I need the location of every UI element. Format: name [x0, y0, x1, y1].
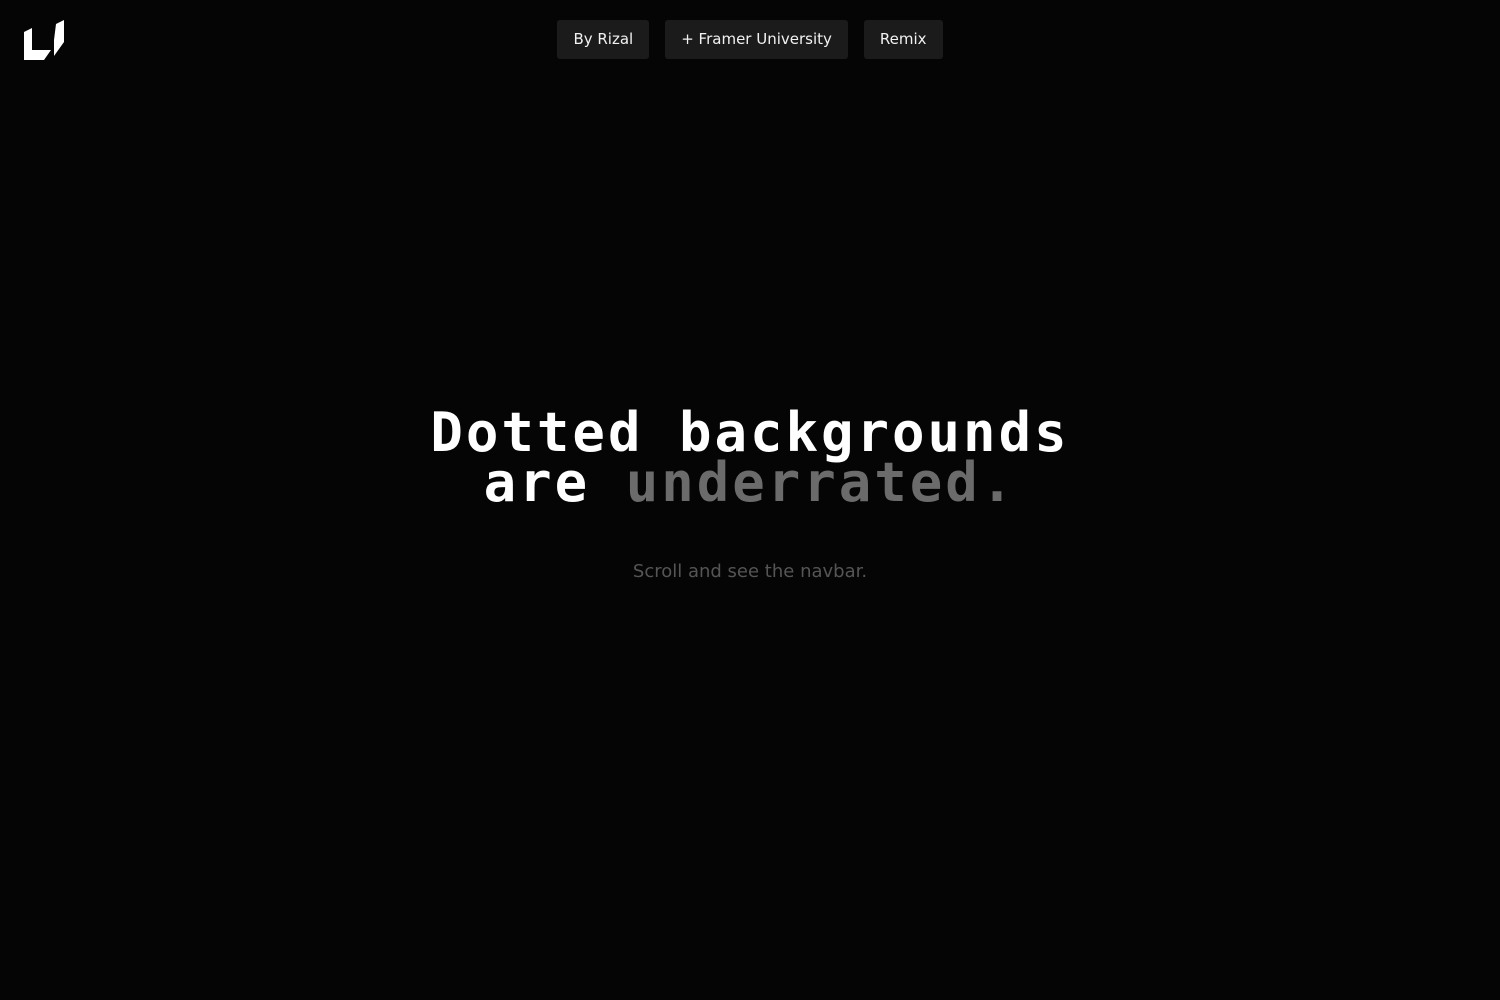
framer-university-button[interactable]: + Framer University — [665, 20, 848, 59]
top-nav: By Rizal + Framer University Remix — [0, 20, 1500, 59]
headline-highlight: underrated. — [625, 451, 1017, 514]
by-rizal-button[interactable]: By Rizal — [557, 20, 650, 59]
hero-headline: Dotted backgrounds are underrated. — [0, 406, 1500, 510]
remix-button[interactable]: Remix — [863, 20, 943, 59]
hero: Dotted backgrounds are underrated. Scrol… — [0, 406, 1500, 583]
headline-line-2-prefix: are — [483, 451, 626, 514]
hero-subtext: Scroll and see the navbar. — [632, 561, 868, 582]
